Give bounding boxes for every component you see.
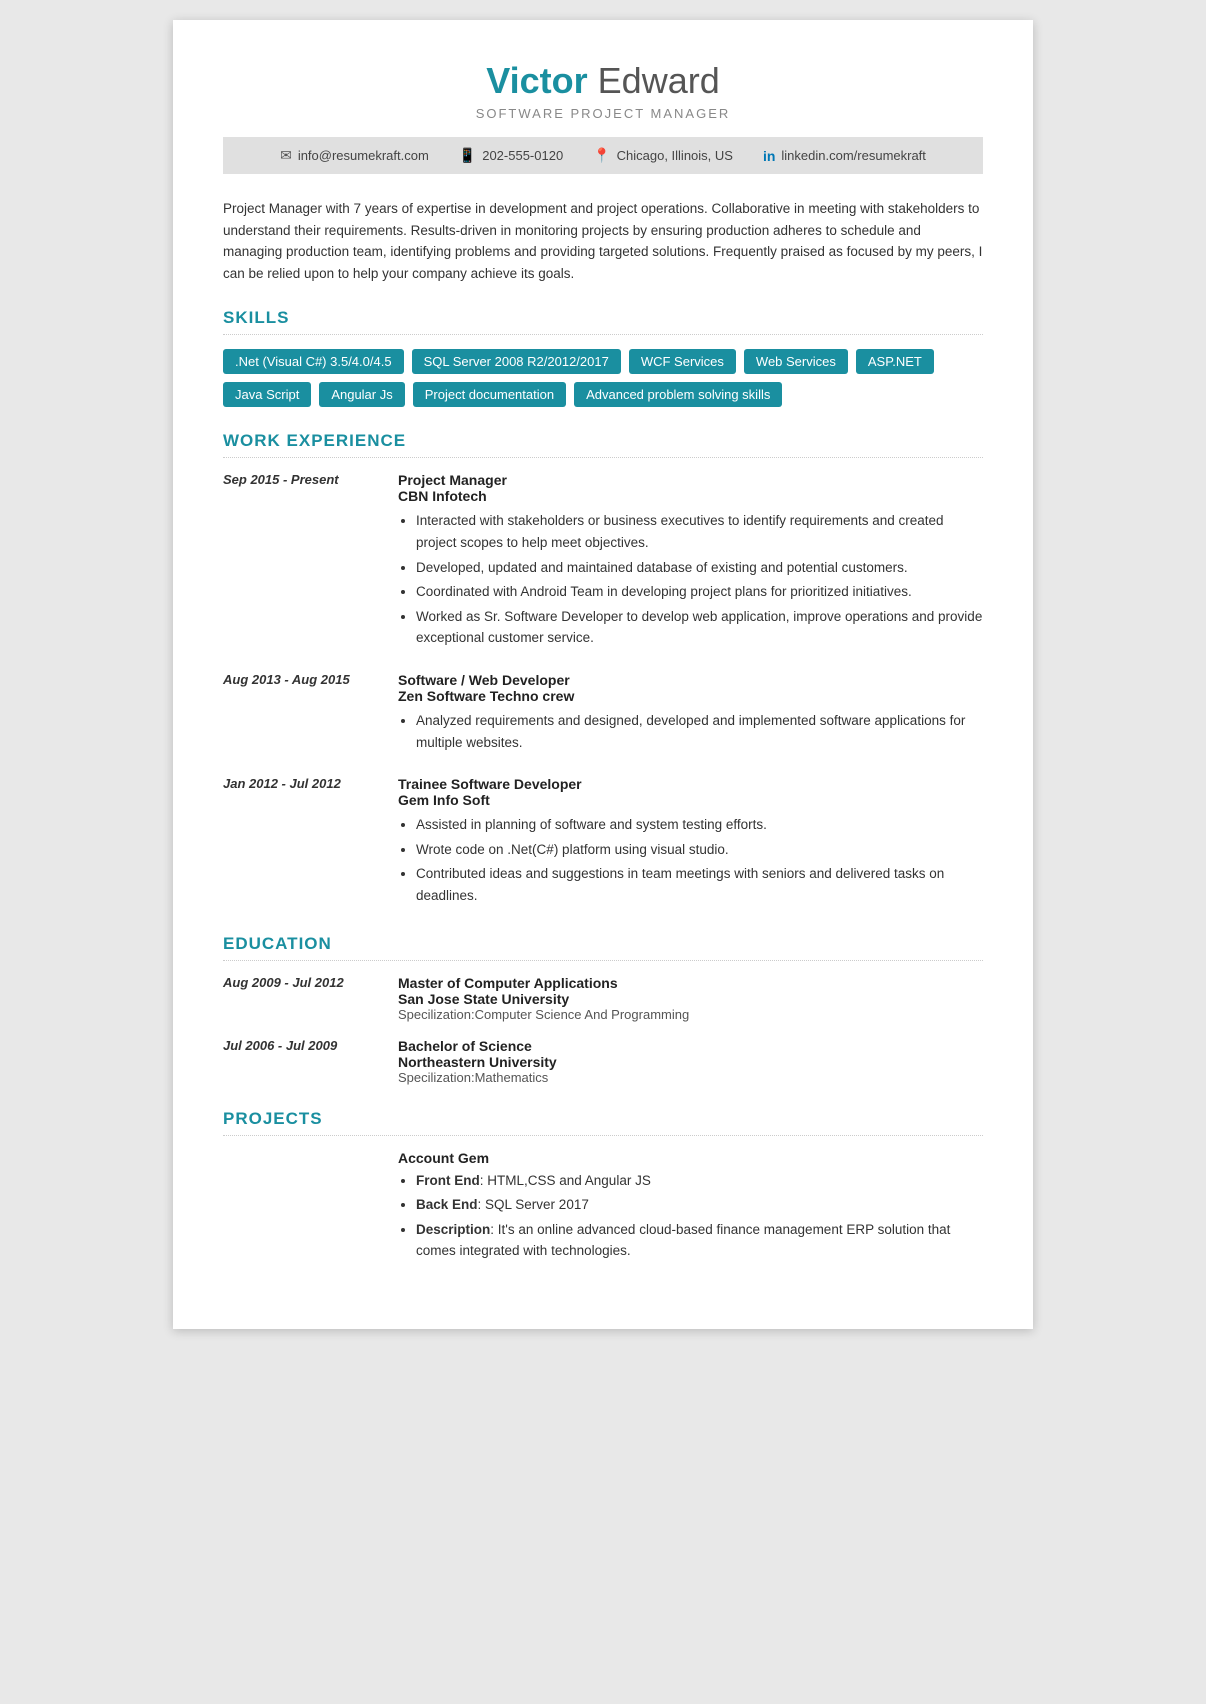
exp-company: Zen Software Techno crew xyxy=(398,688,983,704)
resume-header: Victor Edward SOFTWARE PROJECT MANAGER xyxy=(223,60,983,121)
education-items: Aug 2009 - Jul 2012 Master of Computer A… xyxy=(223,975,983,1085)
bullet-item: Coordinated with Android Team in develop… xyxy=(416,581,983,603)
phone-text: 202-555-0120 xyxy=(482,148,563,163)
exp-title: Trainee Software Developer xyxy=(398,776,983,792)
first-name: Victor xyxy=(486,60,587,101)
projects-section: PROJECTS Account Gem Front End: HTML,CSS… xyxy=(223,1109,983,1265)
contact-location: 📍 Chicago, Illinois, US xyxy=(593,147,733,164)
phone-icon: 📱 xyxy=(459,147,476,164)
bullet-item: Developed, updated and maintained databa… xyxy=(416,557,983,579)
project-bullet: Front End: HTML,CSS and Angular JS xyxy=(416,1170,983,1192)
exp-bullets-list: Assisted in planning of software and sys… xyxy=(398,814,983,906)
education-item: Jul 2006 - Jul 2009 Bachelor of Science … xyxy=(223,1038,983,1085)
project-bullet: Description: It's an online advanced clo… xyxy=(416,1219,983,1262)
work-items: Sep 2015 - Present Project Manager CBN I… xyxy=(223,472,983,909)
summary-text: Project Manager with 7 years of expertis… xyxy=(223,198,983,284)
exp-company: CBN Infotech xyxy=(398,488,983,504)
bullet-item: Interacted with stakeholders or business… xyxy=(416,510,983,553)
exp-title: Software / Web Developer xyxy=(398,672,983,688)
resume-document: Victor Edward SOFTWARE PROJECT MANAGER ✉… xyxy=(173,20,1033,1329)
skill-tag: .Net (Visual C#) 3.5/4.0/4.5 xyxy=(223,349,404,374)
work-experience-section: WORK EXPERIENCE Sep 2015 - Present Proje… xyxy=(223,431,983,909)
exp-title: Project Manager xyxy=(398,472,983,488)
bullet-item: Assisted in planning of software and sys… xyxy=(416,814,983,836)
project-bullet: Back End: SQL Server 2017 xyxy=(416,1194,983,1216)
exp-date: Jan 2012 - Jul 2012 xyxy=(223,776,378,909)
projects-title: PROJECTS xyxy=(223,1109,983,1136)
exp-content: Software / Web Developer Zen Software Te… xyxy=(398,672,983,756)
skill-tag: Project documentation xyxy=(413,382,566,407)
exp-date: Aug 2013 - Aug 2015 xyxy=(223,672,378,756)
bullet-label: Front End xyxy=(416,1173,480,1188)
linkedin-text: linkedin.com/resumekraft xyxy=(781,148,926,163)
bullet-item: Contributed ideas and suggestions in tea… xyxy=(416,863,983,906)
edu-specialization: Specilization:Mathematics xyxy=(398,1070,983,1085)
project-content: Account Gem Front End: HTML,CSS and Angu… xyxy=(398,1150,983,1265)
project-item: Account Gem Front End: HTML,CSS and Angu… xyxy=(223,1150,983,1265)
bullet-item: Analyzed requirements and designed, deve… xyxy=(416,710,983,753)
education-title: EDUCATION xyxy=(223,934,983,961)
email-text: info@resumekraft.com xyxy=(298,148,429,163)
education-section: EDUCATION Aug 2009 - Jul 2012 Master of … xyxy=(223,934,983,1085)
bullet-item: Worked as Sr. Software Developer to deve… xyxy=(416,606,983,649)
edu-date: Jul 2006 - Jul 2009 xyxy=(223,1038,378,1085)
project-placeholder xyxy=(223,1150,378,1265)
location-text: Chicago, Illinois, US xyxy=(617,148,733,163)
edu-content: Master of Computer Applications San Jose… xyxy=(398,975,983,1022)
location-icon: 📍 xyxy=(593,147,610,164)
skills-section: SKILLS .Net (Visual C#) 3.5/4.0/4.5 SQL S… xyxy=(223,308,983,407)
projects-items: Account Gem Front End: HTML,CSS and Angu… xyxy=(223,1150,983,1265)
contact-linkedin: in linkedin.com/resumekraft xyxy=(763,148,926,164)
job-title: SOFTWARE PROJECT MANAGER xyxy=(223,106,983,121)
edu-school: Northeastern University xyxy=(398,1054,983,1070)
project-bullets-list: Front End: HTML,CSS and Angular JSBack E… xyxy=(398,1170,983,1262)
work-experience-item: Aug 2013 - Aug 2015 Software / Web Devel… xyxy=(223,672,983,756)
bullet-label: Back End xyxy=(416,1197,478,1212)
skill-tag: WCF Services xyxy=(629,349,736,374)
linkedin-icon: in xyxy=(763,148,775,164)
contact-phone: 📱 202-555-0120 xyxy=(459,147,563,164)
bullet-item: Wrote code on .Net(C#) platform using vi… xyxy=(416,839,983,861)
exp-bullets-list: Analyzed requirements and designed, deve… xyxy=(398,710,983,753)
last-name: Edward xyxy=(598,60,720,101)
edu-school: San Jose State University xyxy=(398,991,983,1007)
skills-title: SKILLS xyxy=(223,308,983,335)
skill-tag: Advanced problem solving skills xyxy=(574,382,782,407)
email-icon: ✉ xyxy=(280,147,292,164)
edu-degree: Master of Computer Applications xyxy=(398,975,983,991)
exp-bullets-list: Interacted with stakeholders or business… xyxy=(398,510,983,649)
exp-date: Sep 2015 - Present xyxy=(223,472,378,652)
work-experience-item: Jan 2012 - Jul 2012 Trainee Software Dev… xyxy=(223,776,983,909)
skill-tag: ASP.NET xyxy=(856,349,934,374)
full-name: Victor Edward xyxy=(223,60,983,102)
edu-content: Bachelor of Science Northeastern Univers… xyxy=(398,1038,983,1085)
project-name: Account Gem xyxy=(398,1150,983,1166)
exp-company: Gem Info Soft xyxy=(398,792,983,808)
skill-tag: Web Services xyxy=(744,349,848,374)
education-item: Aug 2009 - Jul 2012 Master of Computer A… xyxy=(223,975,983,1022)
edu-degree: Bachelor of Science xyxy=(398,1038,983,1054)
contact-bar: ✉ info@resumekraft.com 📱 202-555-0120 📍 … xyxy=(223,137,983,174)
skill-tag: Java Script xyxy=(223,382,311,407)
bullet-label: Description xyxy=(416,1222,490,1237)
edu-specialization: Specilization:Computer Science And Progr… xyxy=(398,1007,983,1022)
skill-tag: SQL Server 2008 R2/2012/2017 xyxy=(412,349,621,374)
skill-tag: Angular Js xyxy=(319,382,404,407)
exp-content: Trainee Software Developer Gem Info Soft… xyxy=(398,776,983,909)
work-experience-item: Sep 2015 - Present Project Manager CBN I… xyxy=(223,472,983,652)
skills-tags-container: .Net (Visual C#) 3.5/4.0/4.5 SQL Server 2… xyxy=(223,349,983,407)
work-experience-title: WORK EXPERIENCE xyxy=(223,431,983,458)
exp-content: Project Manager CBN Infotech Interacted … xyxy=(398,472,983,652)
contact-email: ✉ info@resumekraft.com xyxy=(280,147,429,164)
edu-date: Aug 2009 - Jul 2012 xyxy=(223,975,378,1022)
